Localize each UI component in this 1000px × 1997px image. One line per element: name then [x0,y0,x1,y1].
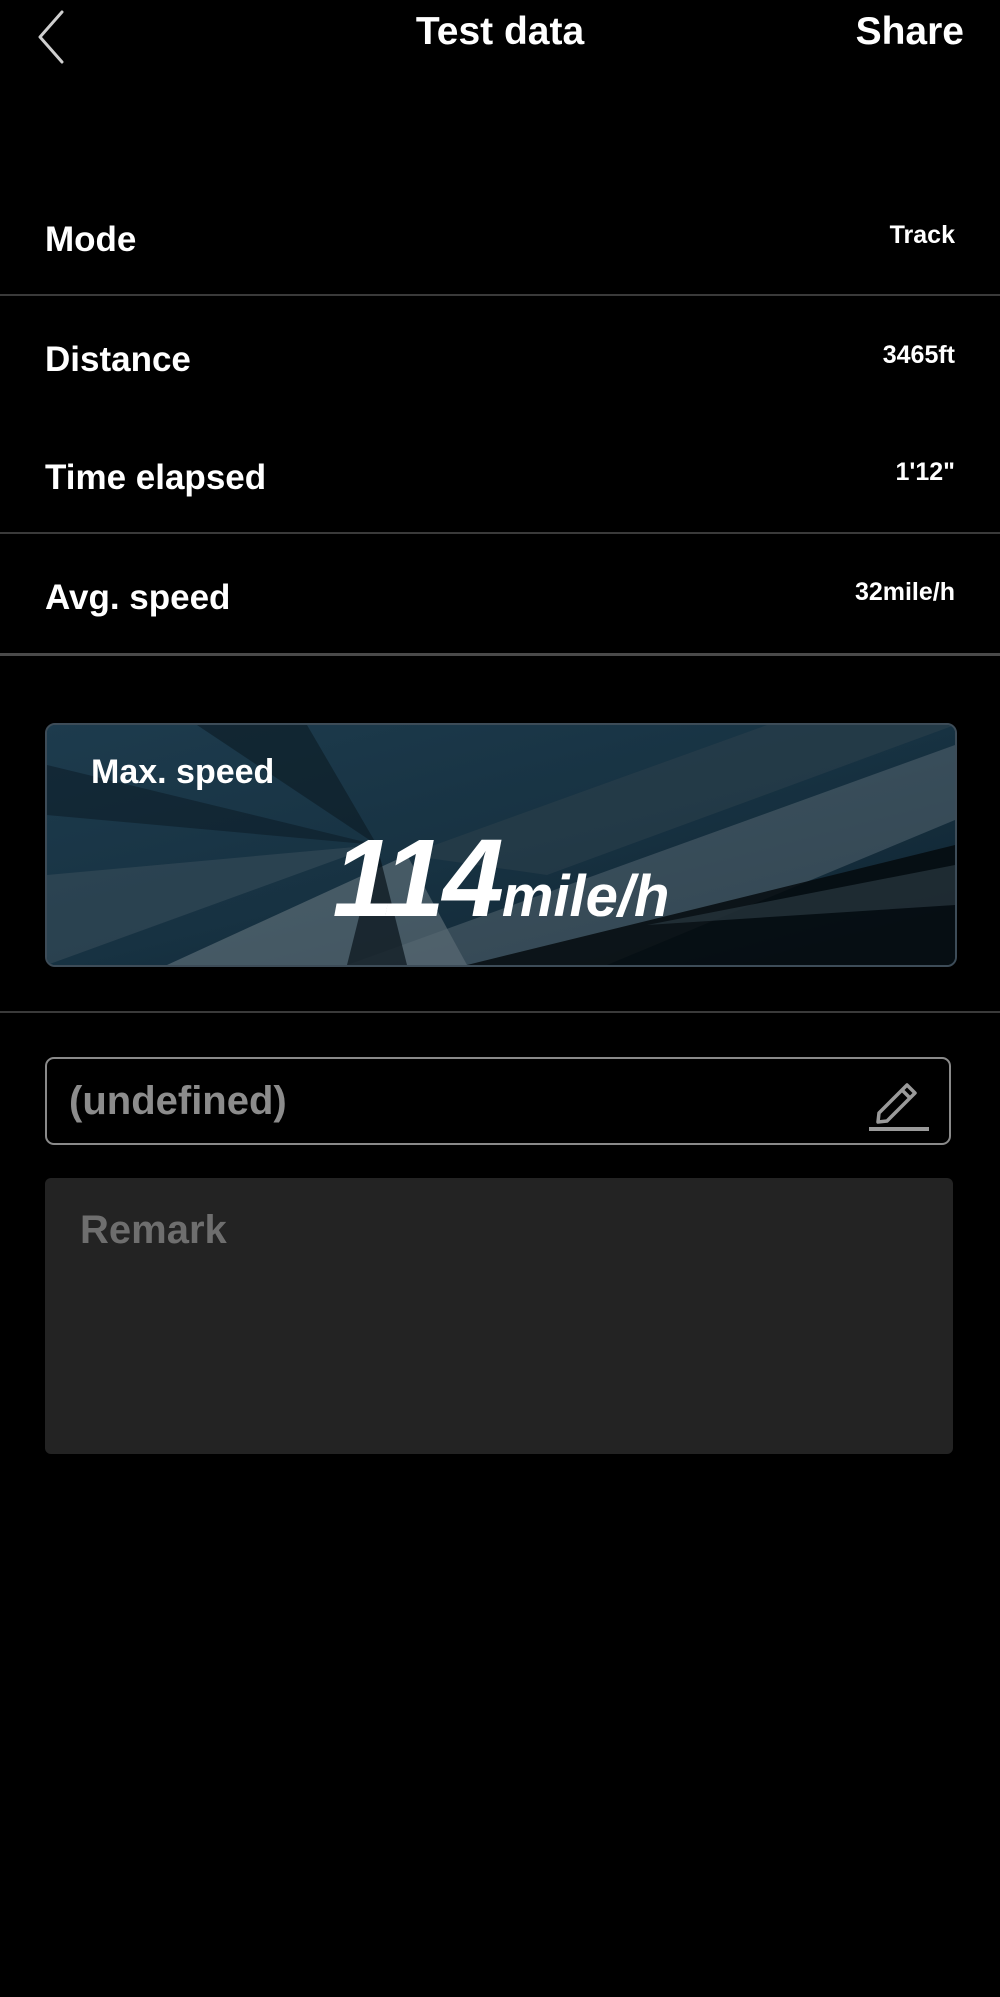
remark-placeholder: Remark [80,1208,227,1252]
max-speed-unit: mile/h [501,864,670,929]
divider [0,1011,1000,1013]
test-name-field[interactable]: (undefined) [45,1057,951,1145]
info-row-mode: Mode Track [0,178,1000,296]
test-name-value: (undefined) [69,1079,287,1123]
row-value: 32mile/h [854,578,955,606]
pencil-icon[interactable] [867,1071,929,1133]
divider [0,294,1000,296]
max-speed-value: 114mile/h [47,815,955,942]
divider [0,532,1000,534]
row-label: Distance [45,340,191,379]
row-value: 3465ft [882,341,955,369]
row-label: Avg. speed [45,578,231,617]
remark-textarea[interactable]: Remark [45,1178,953,1454]
max-speed-number: 114 [332,817,504,940]
info-row-avg-speed: Avg. speed 32mile/h [0,536,1000,654]
row-label: Mode [45,220,137,259]
row-value: 1'12" [895,458,955,486]
page-title: Test data [415,10,585,53]
info-row-time-elapsed: Time elapsed 1'12" [0,416,1000,534]
divider [0,653,1000,656]
header-bar: Test data Share [0,0,1000,70]
row-label: Time elapsed [45,458,267,497]
info-row-distance: Distance 3465ft [0,298,1000,416]
row-value: Track [889,221,955,249]
max-speed-label: Max. speed [91,753,275,791]
share-button[interactable]: Share [856,10,964,54]
max-speed-card: Max. speed 114mile/h [45,723,957,967]
